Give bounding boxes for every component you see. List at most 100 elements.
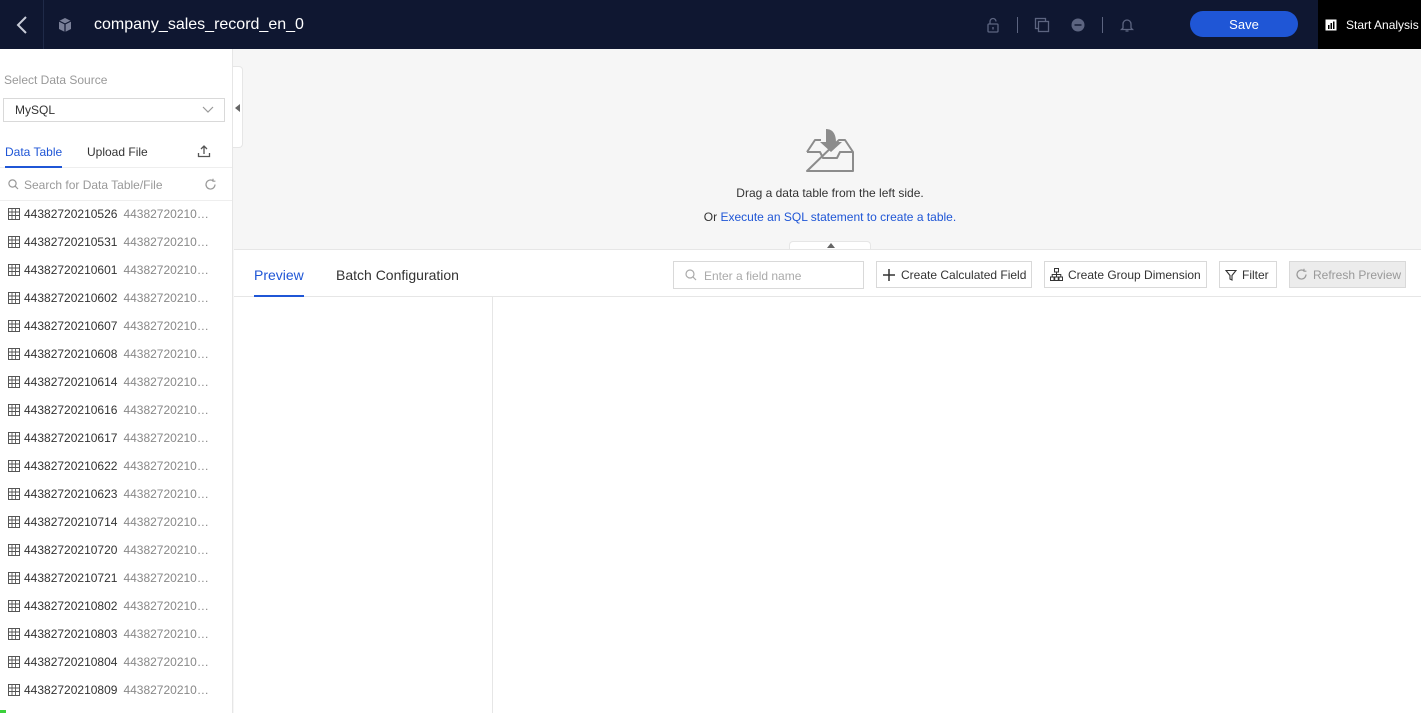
preview-panel: Preview Batch Configuration Create Calcu…	[234, 249, 1421, 713]
table-grid-icon	[8, 320, 20, 332]
table-list-item[interactable]: 44382720210616 44382720210616	[0, 396, 232, 424]
table-name: 44382720210721	[24, 571, 118, 585]
preview-tabs: Preview Batch Configuration Create Calcu…	[234, 250, 1421, 297]
tab-active-indicator	[5, 166, 62, 168]
chevron-down-icon	[202, 106, 214, 113]
table-alias: 44382720210802	[123, 599, 211, 613]
table-alias: 44382720210803	[123, 627, 211, 641]
table-grid-icon	[8, 516, 20, 528]
filter-button[interactable]: Filter	[1219, 261, 1277, 288]
table-grid-icon	[8, 544, 20, 556]
create-calculated-field-button[interactable]: Create Calculated Field	[876, 261, 1032, 288]
table-name: 44382720210608	[24, 347, 118, 361]
create-group-dimension-label: Create Group Dimension	[1068, 267, 1201, 282]
table-alias: 44382720210614	[123, 375, 211, 389]
table-name: 44382720210607	[24, 319, 118, 333]
save-button[interactable]: Save	[1190, 11, 1298, 37]
table-list-item[interactable]: 44382720210617 44382720210617	[0, 424, 232, 452]
table-alias: 44382720210720	[123, 543, 211, 557]
table-name: 44382720210623	[24, 487, 118, 501]
table-grid-icon	[8, 656, 20, 668]
lock-icon[interactable]	[983, 15, 1003, 35]
tab-preview[interactable]: Preview	[254, 267, 304, 283]
comment-icon[interactable]	[1068, 15, 1088, 35]
table-grid-icon	[8, 684, 20, 696]
table-list-item[interactable]: 44382720210714 44382720210714	[0, 508, 232, 536]
table-alias: 44382720210804	[123, 655, 211, 669]
table-grid-icon	[8, 264, 20, 276]
upload-icon[interactable]	[197, 144, 211, 158]
tab-data-table[interactable]: Data Table	[5, 145, 62, 159]
table-grid-icon	[8, 236, 20, 248]
table-search-input[interactable]	[24, 176, 194, 194]
refresh-icon	[1295, 268, 1308, 281]
table-list-item[interactable]: 44382720210720 44382720210720	[0, 536, 232, 564]
refresh-icon[interactable]	[204, 178, 217, 191]
top-bar: company_sales_record_en_0 Save Start Ana…	[0, 0, 1421, 49]
table-list-item[interactable]: 44382720210803 44382720210803	[0, 620, 232, 648]
data-source-value: MySQL	[15, 103, 56, 117]
toolbar-divider	[1102, 16, 1103, 33]
table-alias: 44382720210714	[123, 515, 211, 529]
table-alias: 44382720210608	[123, 347, 211, 361]
table-name: 44382720210614	[24, 375, 118, 389]
table-alias: 44382720210607	[123, 319, 211, 333]
table-list-item[interactable]: 44382720210601 44382720210601	[0, 256, 232, 284]
table-list-item[interactable]: 44382720210531 44382720210531	[0, 228, 232, 256]
drop-area[interactable]: Drag a data table from the left side. Or…	[243, 49, 1421, 249]
refresh-preview-label: Refresh Preview	[1313, 267, 1402, 282]
table-name: 44382720210714	[24, 515, 118, 529]
table-list-item[interactable]: 44382720210802 44382720210802	[0, 592, 232, 620]
table-alias: 44382720210531	[123, 235, 211, 249]
table-list-item[interactable]: 44382720210607 44382720210607	[0, 312, 232, 340]
hierarchy-icon	[1050, 268, 1063, 281]
data-source-select[interactable]: MySQL	[3, 98, 225, 122]
execute-sql-link[interactable]: Execute an SQL statement to create a tab…	[720, 210, 956, 224]
inbox-download-icon	[806, 129, 854, 172]
table-alias: 44382720210623	[123, 487, 211, 501]
table-grid-icon	[8, 628, 20, 640]
table-grid-icon	[8, 376, 20, 388]
copy-icon[interactable]	[1032, 15, 1052, 35]
create-group-dimension-button[interactable]: Create Group Dimension	[1044, 261, 1207, 288]
table-grid-icon	[8, 432, 20, 444]
table-list-item[interactable]: 44382720210608 44382720210608	[0, 340, 232, 368]
start-analysis-button[interactable]: Start Analysis	[1318, 0, 1421, 49]
bell-icon[interactable]	[1117, 15, 1137, 35]
dataset-cube-icon	[55, 15, 75, 35]
source-tabs: Data Table Upload File	[0, 138, 232, 168]
table-list-item[interactable]: 44382720210623 44382720210623	[0, 480, 232, 508]
table-alias: 44382720210809	[123, 683, 211, 697]
tab-batch-configuration[interactable]: Batch Configuration	[336, 267, 459, 283]
table-list-item[interactable]: 44382720210622 44382720210622	[0, 452, 232, 480]
table-grid-icon	[8, 572, 20, 584]
back-button[interactable]	[0, 0, 44, 49]
tab-upload-file[interactable]: Upload File	[87, 145, 148, 159]
dataset-title[interactable]: company_sales_record_en_0	[94, 16, 306, 34]
table-list-item[interactable]: 44382720210602 44382720210602	[0, 284, 232, 312]
collapse-sidebar-button[interactable]	[233, 66, 243, 148]
drop-hint: Drag a data table from the left side.	[736, 186, 924, 200]
table-list-item[interactable]: 44382720210804 44382720210804	[0, 648, 232, 676]
data-source-label: Select Data Source	[4, 73, 108, 87]
table-alias: 44382720210721	[123, 571, 211, 585]
search-icon	[685, 269, 697, 281]
table-list: 44382720210526 44382720210526 443827202105…	[0, 200, 232, 704]
field-search-input[interactable]	[704, 267, 854, 285]
table-name: 44382720210617	[24, 431, 118, 445]
table-grid-icon	[8, 292, 20, 304]
table-list-item[interactable]: 44382720210526 44382720210526	[0, 200, 232, 228]
table-grid-icon	[8, 208, 20, 220]
table-name: 44382720210622	[24, 459, 118, 473]
table-alias: 44382720210601	[123, 263, 211, 277]
chevron-left-icon	[16, 15, 27, 34]
table-search	[0, 169, 232, 201]
table-list-item[interactable]: 44382720210721 44382720210721	[0, 564, 232, 592]
table-list-item[interactable]: 44382720210809 44382720210809	[0, 676, 232, 704]
table-name: 44382720210616	[24, 403, 118, 417]
refresh-preview-button[interactable]: Refresh Preview	[1289, 261, 1406, 288]
table-name: 44382720210803	[24, 627, 118, 641]
table-grid-icon	[8, 404, 20, 416]
table-list-item[interactable]: 44382720210614 44382720210614	[0, 368, 232, 396]
toolbar-divider	[1017, 16, 1018, 33]
